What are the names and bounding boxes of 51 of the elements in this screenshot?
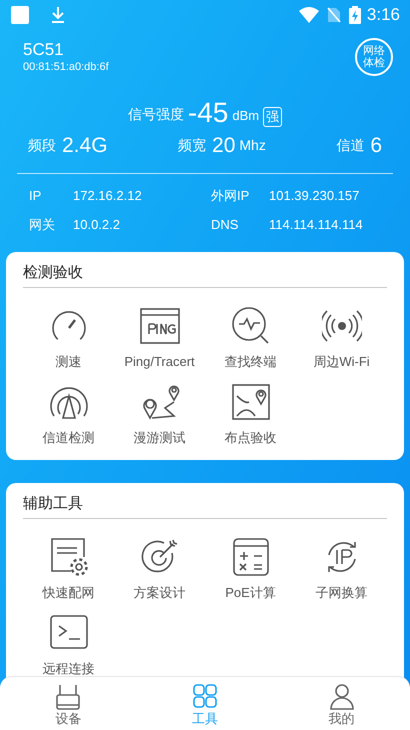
download-icon	[50, 6, 66, 24]
battery-icon	[348, 6, 361, 24]
stat-value: 6	[370, 134, 382, 158]
nav-tab[interactable]: 我的	[273, 677, 410, 730]
signal-unit: dBm	[232, 106, 260, 124]
signal-badge: 强	[263, 107, 282, 127]
mac-address: 00:81:51:a0:db:6f	[23, 60, 109, 74]
document-gear-icon	[48, 537, 88, 577]
signal-label: 信号强度	[128, 105, 184, 124]
info-value: 10.0.2.2	[73, 217, 121, 233]
stat-label: 频段	[28, 136, 56, 155]
calculator-icon	[230, 537, 270, 577]
stat-unit: Mhz	[239, 136, 266, 155]
notification-icon	[10, 5, 30, 25]
stat-value: 2.4G	[62, 134, 108, 158]
info-value: 114.114.114.114	[269, 217, 364, 233]
tool-button[interactable]: 查找终端	[205, 306, 296, 370]
no-sim-icon	[326, 7, 341, 23]
person-icon	[330, 684, 354, 710]
section-title: 辅助工具	[23, 494, 84, 514]
section-title: 检测验收	[23, 263, 84, 283]
tool-button[interactable]: 子网换算	[296, 537, 387, 601]
info-label: IP	[29, 188, 42, 204]
tool-button[interactable]: 周边Wi-Fi	[296, 306, 387, 370]
ping-window-icon	[140, 306, 180, 346]
tool-button[interactable]: 测速	[23, 306, 114, 370]
tool-button[interactable]: 方案设计	[114, 537, 205, 601]
grid-icon	[193, 684, 217, 710]
stat-label: 信道	[336, 136, 364, 155]
info-value: 172.16.2.12	[73, 188, 143, 204]
tool-button[interactable]: Ping/Tracert	[114, 306, 205, 370]
tool-button[interactable]: 快速配网	[23, 537, 114, 601]
tool-button[interactable]: 布点验收	[205, 382, 296, 446]
tool-button[interactable]: 信道检测	[23, 382, 114, 446]
tool-button[interactable]: PoE计算	[205, 537, 296, 601]
stat-value: 20	[212, 134, 236, 158]
magnifier-pulse-icon	[230, 306, 270, 346]
signal-value: -45	[188, 98, 228, 128]
info-label: DNS	[211, 217, 240, 233]
map-pin-icon	[230, 382, 270, 422]
info-label: 网关	[29, 217, 56, 233]
info-label: 外网IP	[211, 188, 250, 204]
router-icon	[56, 684, 80, 710]
info-value: 101.39.230.157	[269, 188, 360, 204]
nav-tab[interactable]: 设备	[0, 677, 137, 730]
wifi-icon	[298, 7, 319, 23]
network-name: 5C51	[23, 40, 65, 60]
stat-label: 频宽	[178, 136, 206, 155]
clock: 3:16	[366, 4, 400, 26]
tool-button[interactable]: 漫游测试	[114, 382, 205, 446]
tool-button[interactable]: 远程连接	[23, 613, 114, 677]
